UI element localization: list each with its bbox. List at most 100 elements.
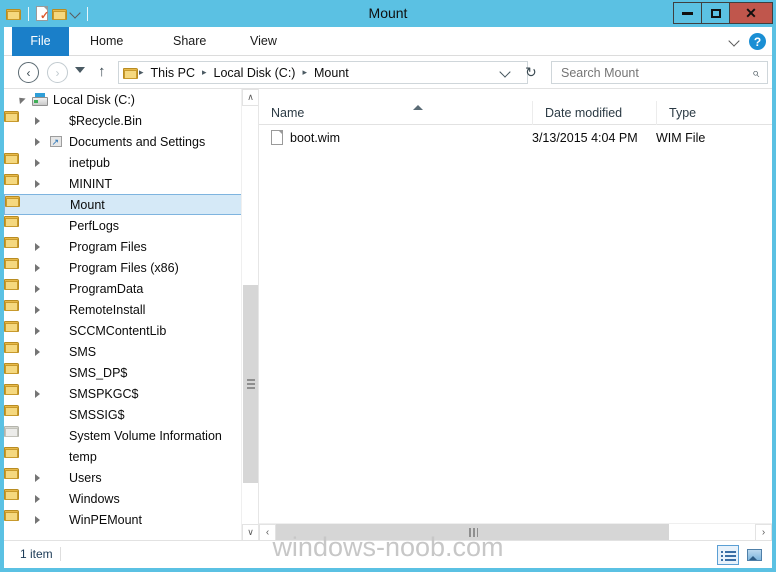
refresh-button[interactable]: ↻ [525, 64, 537, 80]
folder-icon [4, 174, 66, 190]
tree-item-sms[interactable]: SMS [4, 341, 258, 362]
expand-chevron-icon[interactable] [30, 302, 46, 318]
hscroll-left-button[interactable]: ‹ [259, 524, 276, 541]
help-button[interactable]: ? [749, 33, 766, 50]
nav-scroll-down-button[interactable]: ∨ [242, 524, 258, 541]
tree-item-programdata[interactable]: ProgramData [4, 278, 258, 299]
drive-icon [30, 93, 50, 106]
tree-item-recycle-bin[interactable]: $Recycle.Bin [4, 110, 258, 131]
hscroll-track[interactable] [276, 524, 755, 541]
folder-icon [4, 300, 66, 316]
tab-share[interactable]: Share [159, 27, 220, 56]
column-header-date-modified[interactable]: Date modified [532, 101, 656, 125]
expand-chevron-icon[interactable] [30, 470, 46, 486]
folder-icon [4, 510, 66, 526]
breadcrumb-item-this-pc[interactable]: This PC [146, 66, 200, 80]
minimize-button[interactable] [673, 2, 702, 24]
expand-chevron-icon[interactable] [30, 281, 46, 297]
properties-icon[interactable]: ✓ [36, 6, 49, 22]
breadcrumb-separator-1[interactable]: ▸ [200, 67, 209, 78]
customize-qat-dropdown-icon[interactable] [71, 9, 80, 18]
breadcrumb-chevron-down-icon[interactable] [500, 67, 512, 77]
tree-item-label: System Volume Information [69, 428, 222, 443]
details-view-icon [720, 550, 736, 561]
tree-item-mount[interactable]: Mount [4, 194, 256, 215]
tree-item-label: SCCMContentLib [69, 323, 167, 338]
column-headers: Name Date modified Type [259, 101, 772, 125]
tree-item-sms-dp[interactable]: SMS_DP$ [4, 362, 258, 383]
folder-icon [5, 196, 67, 211]
tree-item-users[interactable]: Users [4, 467, 258, 488]
folder-icon [4, 321, 66, 337]
file-list-horizontal-scrollbar[interactable]: ‹ › [259, 523, 772, 541]
breadcrumb-item-local-disk[interactable]: Local Disk (C:) [209, 66, 301, 80]
expand-chevron-icon[interactable] [30, 344, 46, 360]
tree-item-winpemount[interactable]: WinPEMount [4, 509, 258, 530]
expand-chevron-icon[interactable] [30, 176, 46, 192]
tree-item-windows[interactable]: Windows [4, 488, 258, 509]
tree-item-sccmcontentlib[interactable]: SCCMContentLib [4, 320, 258, 341]
tree-item-perflogs[interactable]: PerfLogs [4, 215, 258, 236]
nav-scroll-up-button[interactable]: ∧ [242, 89, 258, 106]
new-folder-icon[interactable] [52, 8, 67, 20]
close-button[interactable]: ✕ [729, 2, 773, 24]
expand-chevron-icon[interactable] [30, 491, 46, 507]
folder-icon [4, 342, 66, 358]
tree-item-program-files-x86[interactable]: Program Files (x86) [4, 257, 258, 278]
close-icon: ✕ [745, 4, 757, 21]
tree-item-documents-and-settings[interactable]: ↗ Documents and Settings [4, 131, 258, 152]
tree-item-program-files[interactable]: Program Files [4, 236, 258, 257]
qat-separator-2 [87, 6, 88, 21]
large-icons-view-button[interactable] [743, 545, 765, 565]
search-input[interactable] [559, 64, 752, 81]
tree-item-smspkgc[interactable]: SMSPKGC$ [4, 383, 258, 404]
back-button[interactable]: ‹ [18, 62, 39, 83]
breadcrumb-separator-2[interactable]: ▸ [300, 67, 309, 78]
expand-chevron-icon[interactable] [30, 113, 46, 129]
maximize-button[interactable] [701, 2, 730, 24]
column-header-type[interactable]: Type [656, 101, 772, 125]
tree-item-label: $Recycle.Bin [69, 113, 142, 128]
expand-ribbon-chevron-down-icon[interactable] [730, 37, 739, 46]
forward-button[interactable]: › [47, 62, 68, 83]
file-name-cell[interactable]: boot.wim [259, 130, 532, 145]
breadcrumb-item-mount[interactable]: Mount [309, 66, 354, 80]
expand-chevron-icon[interactable] [30, 512, 46, 528]
item-count-label: 1 item [20, 547, 53, 561]
tree-item-temp[interactable]: temp [4, 446, 258, 467]
expand-chevron-icon[interactable] [30, 155, 46, 171]
nav-pane-scrollbar[interactable]: ∧ ∨ [241, 89, 258, 541]
window-title: Mount [368, 5, 408, 21]
details-view-button[interactable] [717, 545, 739, 565]
expand-chevron-icon[interactable] [30, 323, 46, 339]
tree-item-system-volume-information[interactable]: System Volume Information [4, 425, 258, 446]
tree-item-label: Windows [69, 491, 120, 506]
tree-item-label: inetpub [69, 155, 111, 170]
expand-chevron-icon[interactable] [30, 134, 46, 150]
tree-item-local-disk-c[interactable]: Local Disk (C:) [4, 89, 258, 110]
explorer-folder-icon[interactable] [6, 8, 21, 20]
expand-chevron-icon[interactable] [30, 260, 46, 276]
folder-icon [4, 153, 66, 169]
hscroll-right-button[interactable]: › [755, 524, 772, 541]
expand-chevron-icon[interactable] [30, 239, 46, 255]
hscrollbar-thumb[interactable] [276, 524, 669, 541]
search-icon[interactable]: ⌕ [752, 65, 759, 81]
tree-item-inetpub[interactable]: inetpub [4, 152, 258, 173]
tab-view[interactable]: View [236, 27, 291, 56]
tree-item-minint[interactable]: MININT [4, 173, 258, 194]
tab-file[interactable]: File [12, 27, 69, 56]
tab-home[interactable]: Home [76, 27, 137, 56]
tree-item-smssig[interactable]: SMSSIG$ [4, 404, 258, 425]
table-row[interactable]: boot.wim 3/13/2015 4:04 PM WIM File [259, 125, 772, 150]
collapse-chevron-icon[interactable] [14, 92, 30, 108]
nav-scrollbar-thumb[interactable] [243, 285, 258, 483]
up-button[interactable]: ↑ [98, 64, 106, 79]
column-header-name[interactable]: Name [259, 101, 532, 125]
tree-item-remoteinstall[interactable]: RemoteInstall [4, 299, 258, 320]
search-box[interactable]: ⌕ [551, 61, 768, 84]
breadcrumb[interactable]: ▸ This PC ▸ Local Disk (C:) ▸ Mount [118, 61, 528, 84]
expand-chevron-icon[interactable] [30, 386, 46, 402]
recent-locations-dropdown-icon[interactable] [75, 67, 86, 77]
